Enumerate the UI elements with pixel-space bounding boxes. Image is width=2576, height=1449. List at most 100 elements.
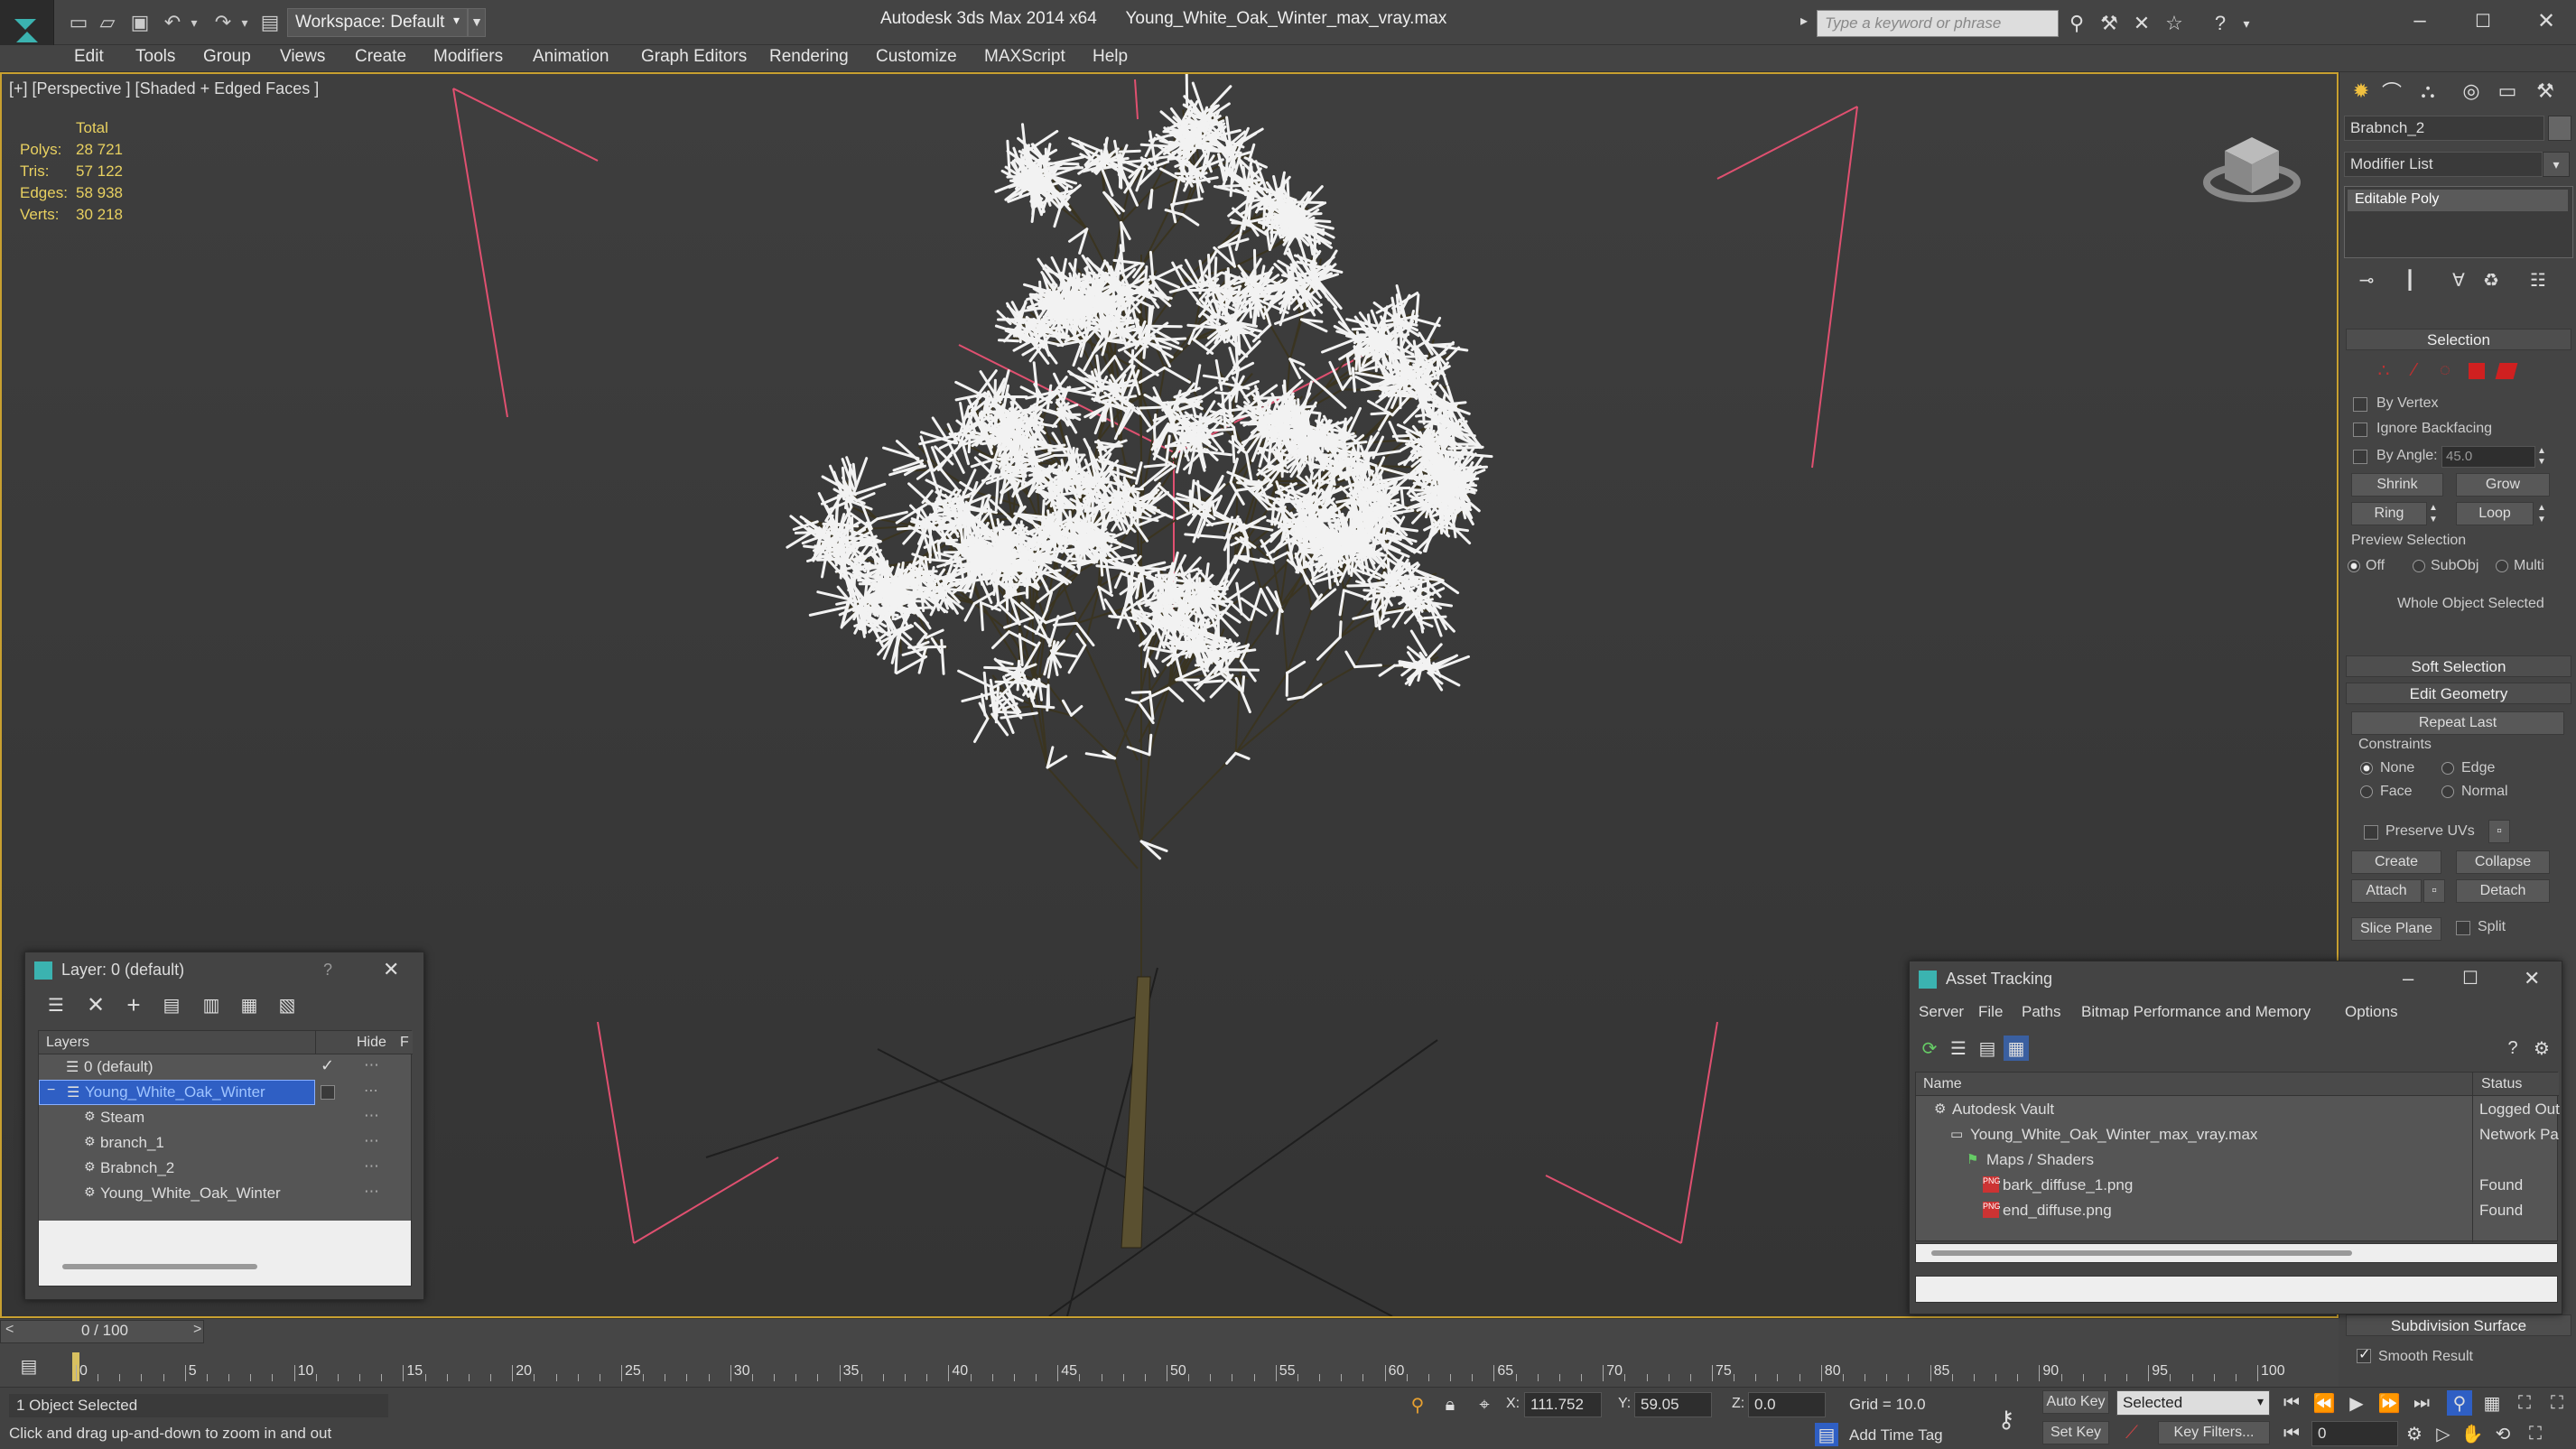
twig [1148, 733, 1153, 757]
twig [936, 543, 942, 560]
twig [1052, 621, 1078, 627]
branch [1138, 658, 1149, 703]
menu-edit[interactable]: Edit [74, 47, 104, 67]
twig [1058, 496, 1063, 525]
branch [1281, 611, 1288, 673]
twig [1209, 673, 1234, 699]
twig [1221, 391, 1227, 429]
branch [1046, 766, 1139, 869]
file-title: Young_White_Oak_Winter_max_vray.max [1125, 9, 1447, 28]
close-icon[interactable]: ✕ [2519, 5, 2573, 36]
twig [927, 502, 946, 506]
workspace-dropdown[interactable]: Workspace: Default ▾ [287, 8, 468, 37]
communication-icon[interactable]: ✕ [2129, 11, 2154, 36]
new-file-icon[interactable]: ▭ [65, 9, 92, 36]
twig [1222, 488, 1240, 521]
menu-modifiers[interactable]: Modifiers [433, 47, 503, 67]
twig [980, 601, 984, 632]
minimize-icon[interactable]: – [2393, 5, 2447, 36]
redo-dropdown-icon[interactable]: ▾ [231, 9, 258, 36]
twig [1033, 704, 1056, 710]
branch [1269, 324, 1291, 360]
twig [1391, 599, 1411, 628]
branch [1070, 714, 1116, 759]
twig [1409, 604, 1430, 608]
twig [1392, 663, 1427, 667]
menu-group[interactable]: Group [203, 47, 251, 67]
twig [852, 482, 887, 496]
menu-views[interactable]: Views [280, 47, 325, 67]
twig [993, 378, 997, 404]
twig [1321, 337, 1358, 354]
twig [925, 628, 944, 639]
twig [848, 472, 852, 494]
expand-search-icon[interactable]: ▸ [1800, 12, 1808, 30]
twig [1067, 644, 1087, 674]
save-file-icon[interactable]: ▣ [126, 9, 153, 36]
twig [1335, 533, 1340, 556]
search-input[interactable]: Type a keyword or phrase [1817, 10, 2059, 37]
twig [1025, 564, 1030, 596]
workspace-arrow-icon[interactable]: ▼ [468, 8, 486, 37]
twig [1400, 487, 1405, 508]
twig [1028, 554, 1053, 559]
branch [1302, 636, 1342, 698]
menu-help[interactable]: Help [1093, 47, 1128, 67]
twig [1056, 413, 1082, 417]
twig [1244, 451, 1253, 481]
twig [1274, 312, 1304, 325]
favorites-star-icon[interactable]: ☆ [2162, 11, 2187, 36]
twig [1250, 588, 1262, 621]
twig [1214, 597, 1220, 616]
twig [994, 680, 1026, 684]
twig [1099, 552, 1104, 577]
open-file-icon[interactable]: ▱ [94, 9, 121, 36]
twig [1167, 686, 1185, 702]
undo-dropdown-icon[interactable]: ▾ [181, 9, 208, 36]
twig [1126, 746, 1151, 757]
twig [1325, 534, 1344, 538]
menu-customize[interactable]: Customize [876, 47, 957, 67]
help-icon[interactable]: ? [2208, 11, 2233, 36]
project-folder-icon[interactable]: ▤ [256, 9, 284, 36]
branch [1113, 757, 1143, 842]
twig [1280, 491, 1285, 520]
twig [1139, 363, 1159, 376]
menu-animation[interactable]: Animation [533, 47, 609, 67]
twig [1172, 586, 1198, 591]
menu-tools[interactable]: Tools [135, 47, 175, 67]
menu-maxscript[interactable]: MAXScript [984, 47, 1065, 67]
twig [836, 536, 855, 541]
twig [1338, 620, 1343, 639]
menu-graph-editors[interactable]: Graph Editors [641, 47, 747, 67]
twig [1124, 698, 1140, 704]
twig [1155, 573, 1179, 577]
twig [1194, 364, 1202, 392]
twig [1303, 433, 1308, 455]
home-grid [705, 967, 1438, 1316]
twig [851, 462, 858, 488]
menu-create[interactable]: Create [355, 47, 406, 67]
twig [1228, 391, 1232, 421]
menu-rendering[interactable]: Rendering [769, 47, 849, 67]
twig [1070, 705, 1083, 717]
twig [1362, 589, 1386, 593]
twig [1234, 331, 1239, 368]
twig [1353, 664, 1382, 669]
twig [1378, 466, 1410, 478]
twig [1016, 663, 1021, 692]
twig [1032, 361, 1039, 399]
twig [996, 310, 1012, 325]
twig [1153, 413, 1158, 431]
chevron-down-icon: ▾ [452, 13, 460, 27]
twig [1378, 664, 1396, 677]
subscription-icon[interactable]: ⚒ [2097, 11, 2122, 36]
twig [957, 669, 993, 689]
twig [1351, 327, 1372, 331]
binoculars-icon[interactable]: ⚲ [2064, 11, 2089, 36]
maximize-icon[interactable]: ☐ [2456, 5, 2510, 36]
twig [1391, 433, 1412, 438]
help-dropdown-icon[interactable]: ▾ [2234, 11, 2259, 36]
twig [1185, 74, 1189, 108]
twig [1231, 434, 1236, 464]
